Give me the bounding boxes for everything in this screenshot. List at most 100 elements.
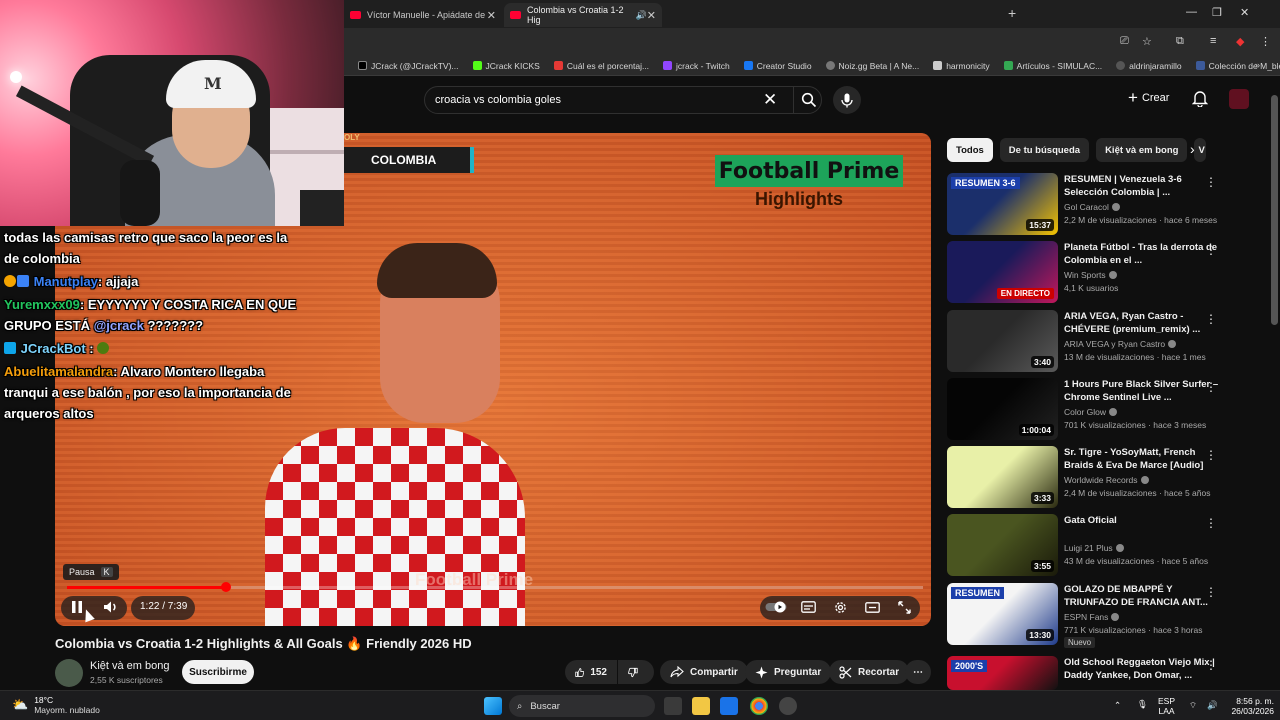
- new-tab-button[interactable]: +: [1008, 5, 1016, 21]
- create-button[interactable]: + Crear: [1128, 89, 1169, 106]
- video-thumbnail[interactable]: 3:33: [947, 446, 1058, 508]
- share-button[interactable]: Compartir: [660, 660, 748, 684]
- recommendation-title[interactable]: Old School Reggaeton Viejo Mix | Daddy Y…: [1064, 656, 1224, 682]
- weather-widget[interactable]: ⛅ 18°C Mayorm. nublado: [12, 695, 100, 715]
- recommendation-channel[interactable]: Color Glow: [1064, 407, 1118, 417]
- recommendation-channel[interactable]: ARIA VEGA y Ryan Castro: [1064, 339, 1177, 349]
- chip-de-tu-busqueda[interactable]: De tu búsqueda: [999, 138, 1090, 162]
- chip-more[interactable]: V: [1194, 138, 1207, 162]
- recommendation-card[interactable]: 3:40 ARIA VEGA, Ryan Castro - CHÉVERE (pr…: [947, 310, 1247, 374]
- bookmark-item[interactable]: JCrack (@JCrackTV)...: [358, 61, 459, 71]
- account-avatar[interactable]: [1229, 89, 1249, 109]
- notifications-bell-icon[interactable]: [1192, 89, 1208, 107]
- recommendation-card[interactable]: RESUMEN 13:30 GOLAZO DE MBAPPÉ Y TRIUNFAZO…: [947, 583, 1247, 648]
- obs-icon[interactable]: [779, 697, 797, 715]
- more-vertical-icon[interactable]: ⋮: [1205, 243, 1217, 257]
- menu-kebab-icon[interactable]: ⋮: [1260, 35, 1271, 48]
- recommendation-card[interactable]: 3:55 Gata Oficial Luigi 21 Plus 43 M de vis…: [947, 514, 1247, 578]
- more-vertical-icon[interactable]: ⋮: [1205, 380, 1217, 394]
- recommendation-channel[interactable]: Gol Caracol: [1064, 202, 1120, 212]
- recommendation-card[interactable]: 1:00:04 1 Hours Pure Black Silver Surfer …: [947, 378, 1247, 442]
- bookmark-star-icon[interactable]: ☆: [1142, 35, 1152, 48]
- fullscreen-button[interactable]: [894, 596, 914, 618]
- subtitles-button[interactable]: [798, 596, 818, 618]
- video-thumbnail[interactable]: RESUMEN 13:30: [947, 583, 1058, 645]
- voice-search-button[interactable]: [833, 86, 861, 114]
- minimize-icon[interactable]: —: [1186, 6, 1197, 18]
- bookmark-item[interactable]: Cuál es el porcentaj...: [553, 61, 649, 71]
- chrome-icon[interactable]: [750, 697, 768, 715]
- bookmark-item[interactable]: Artículos - SIMULAC...: [1003, 61, 1102, 71]
- recommendation-channel[interactable]: Luigi 21 Plus: [1064, 543, 1124, 553]
- like-button[interactable]: 152: [565, 660, 617, 684]
- cast-icon[interactable]: ⎚: [1120, 35, 1129, 48]
- taskbar-search[interactable]: ⌕ Buscar: [509, 695, 655, 717]
- reading-list-icon[interactable]: ≡: [1210, 35, 1216, 47]
- close-tab-icon[interactable]: ✕: [647, 9, 656, 22]
- channel-avatar[interactable]: [55, 659, 83, 687]
- clear-search-icon[interactable]: ✕: [763, 90, 777, 110]
- search-box[interactable]: croacia vs colombia goles ✕: [424, 86, 822, 114]
- close-tab-icon[interactable]: ✕: [487, 9, 496, 22]
- recommendation-channel[interactable]: Worldwide Records: [1064, 475, 1149, 485]
- bookmark-item[interactable]: harmonicity: [933, 61, 990, 71]
- search-input[interactable]: croacia vs colombia goles: [435, 94, 561, 106]
- file-explorer-icon[interactable]: [692, 697, 710, 715]
- extensions-icon[interactable]: ⧉: [1176, 35, 1184, 48]
- video-thumbnail[interactable]: 3:40: [947, 310, 1058, 372]
- search-button[interactable]: [793, 87, 823, 113]
- volume-button[interactable]: [99, 596, 123, 618]
- recommendation-card[interactable]: RESUMEN 3-6 15:37 RESUMEN | Venezuela 3-6 …: [947, 173, 1247, 237]
- progress-bar[interactable]: [67, 582, 923, 592]
- recommendation-channel[interactable]: Win Sports: [1064, 270, 1117, 280]
- recommendation-channel[interactable]: ESPN Fans: [1064, 612, 1120, 622]
- recommendation-card[interactable]: EN DIRECTO Planeta Fútbol - Tras la derro…: [947, 241, 1247, 305]
- video-thumbnail[interactable]: 1:00:04: [947, 378, 1058, 440]
- chip-channel[interactable]: Kiệt và em bong: [1096, 138, 1188, 162]
- chevron-right-icon[interactable]: ›: [1190, 141, 1195, 157]
- clip-button[interactable]: Recortar: [829, 660, 910, 684]
- subscribe-button[interactable]: Suscribirme: [182, 660, 254, 684]
- chat-username[interactable]: Yuremxxx09: [4, 297, 80, 312]
- page-scrollbar[interactable]: [1271, 95, 1278, 325]
- recommendation-title[interactable]: RESUMEN | Venezuela 3-6 Selección Colomb…: [1064, 173, 1224, 199]
- video-thumbnail[interactable]: EN DIRECTO: [947, 241, 1058, 303]
- video-thumbnail[interactable]: RESUMEN 3-6 15:37: [947, 173, 1058, 235]
- tab-victor-manuelle[interactable]: Víctor Manuelle - Apiádate de ✕: [344, 3, 502, 27]
- bookmark-item[interactable]: aldrinjaramillo: [1116, 61, 1182, 71]
- microphone-tray-icon[interactable]: 🎙: [1137, 699, 1148, 709]
- speaker-tray-icon[interactable]: 🔊: [1207, 700, 1218, 710]
- recommendation-title[interactable]: ARIA VEGA, Ryan Castro - CHÉVERE (premiu…: [1064, 310, 1224, 336]
- maximize-icon[interactable]: ❐: [1212, 6, 1222, 19]
- recommendation-card[interactable]: 3:33 Sr. Tigre - YoSoyMatt, French Braids…: [947, 446, 1247, 510]
- chat-username[interactable]: Manutplay: [34, 274, 98, 289]
- chat-username[interactable]: Abuelitamalandra: [4, 364, 113, 379]
- tab-colombia-vs-croatia[interactable]: Colombia vs Croatia 1-2 Hig 🔊 ✕: [504, 3, 662, 27]
- bookmark-item[interactable]: Creator Studio: [743, 61, 812, 71]
- settings-button[interactable]: [830, 596, 850, 618]
- start-windows-icon[interactable]: [484, 697, 502, 715]
- bookmark-item[interactable]: jcrack - Twitch: [663, 61, 730, 71]
- more-vertical-icon[interactable]: ⋮: [1205, 312, 1217, 326]
- more-vertical-icon[interactable]: ⋮: [1205, 658, 1217, 672]
- wifi-icon[interactable]: ⌔: [1189, 700, 1197, 710]
- more-vertical-icon[interactable]: ⋮: [1205, 516, 1217, 530]
- dislike-button[interactable]: [618, 660, 654, 684]
- more-actions-button[interactable]: ⋯: [905, 660, 931, 684]
- mail-icon[interactable]: [720, 697, 738, 715]
- recommendation-title[interactable]: Planeta Fútbol - Tras la derrota de Colo…: [1064, 241, 1224, 267]
- more-vertical-icon[interactable]: ⋮: [1205, 175, 1217, 189]
- clock[interactable]: 8:56 p. m. 26/03/2026: [1222, 696, 1274, 716]
- chat-username[interactable]: JCrackBot: [21, 341, 86, 356]
- recommendation-title[interactable]: Sr. Tigre - YoSoyMatt, French Braids & E…: [1064, 446, 1224, 472]
- recommendation-title[interactable]: 1 Hours Pure Black Silver Surfer – Chrom…: [1064, 378, 1224, 404]
- profile-icon[interactable]: ◆: [1236, 35, 1244, 48]
- close-window-icon[interactable]: ✕: [1240, 6, 1249, 19]
- task-view-icon[interactable]: [664, 697, 682, 715]
- language-indicator[interactable]: ESP LAA: [1158, 696, 1175, 716]
- bookmark-item[interactable]: Colección de M_blei...: [1195, 61, 1280, 71]
- more-vertical-icon[interactable]: ⋮: [1205, 448, 1217, 462]
- video-thumbnail[interactable]: 3:55: [947, 514, 1058, 576]
- chevron-up-icon[interactable]: ⌃: [1114, 700, 1121, 710]
- video-thumbnail[interactable]: 2000'S: [947, 656, 1058, 690]
